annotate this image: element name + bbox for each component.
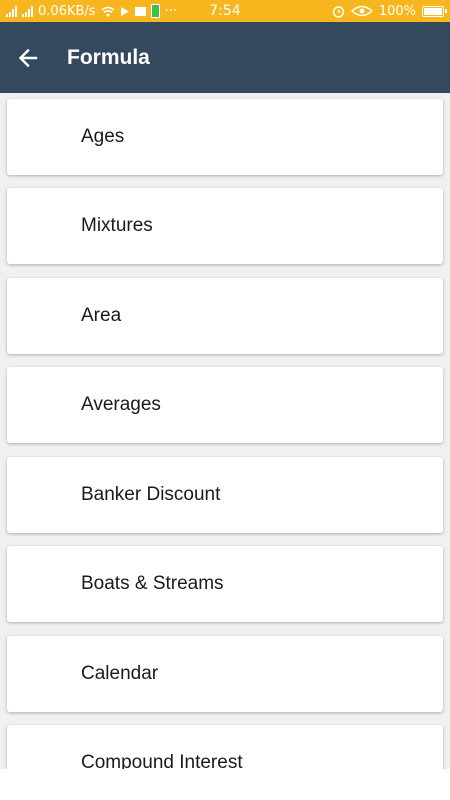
list-item-label: Calendar [81, 663, 159, 684]
list-item-label: Banker Discount [81, 484, 221, 505]
status-bar: 0.06KB/s ··· 7:54 100% [0, 0, 450, 22]
list-item-label: Area [81, 305, 122, 326]
alarm-icon [332, 5, 345, 18]
back-button[interactable] [0, 30, 56, 86]
list-item-mixtures[interactable]: Mixtures [7, 188, 443, 264]
page-title: Formula [67, 45, 150, 69]
list-item-label: Boats & Streams [81, 573, 224, 594]
battery-percent: 100% [378, 3, 416, 19]
list-item-averages[interactable]: Averages [7, 367, 443, 443]
list-item-ages[interactable]: Ages [7, 99, 443, 175]
battery-icon [422, 5, 447, 17]
status-bar-left: 0.06KB/s ··· [6, 4, 332, 19]
list-item-banker-discount[interactable]: Banker Discount [7, 457, 443, 533]
list-item-area[interactable]: Area [7, 278, 443, 354]
list-item-label: Mixtures [81, 215, 153, 236]
status-time: 7:54 [209, 3, 241, 19]
arrow-left-icon [18, 48, 38, 67]
mail-icon [134, 6, 146, 16]
signal-icon [6, 5, 17, 17]
list-item-boats-streams[interactable]: Boats & Streams [7, 546, 443, 622]
eye-icon [350, 5, 373, 17]
more-icon: ··· [164, 3, 177, 19]
signal-icon [22, 5, 33, 17]
battery-saver-icon [150, 4, 160, 18]
play-icon [120, 6, 129, 16]
list-item-label: Averages [81, 394, 161, 415]
list-item-calendar[interactable]: Calendar [7, 636, 443, 712]
wifi-icon [101, 6, 115, 16]
status-bar-right: 100% [332, 3, 447, 19]
list-item-label: Ages [81, 126, 125, 147]
app-bar: Formula [0, 22, 450, 93]
bottom-edge [0, 769, 450, 800]
network-speed: 0.06KB/s [38, 3, 96, 19]
formula-list: Ages Mixtures Area Averages Banker Disco… [0, 93, 450, 800]
